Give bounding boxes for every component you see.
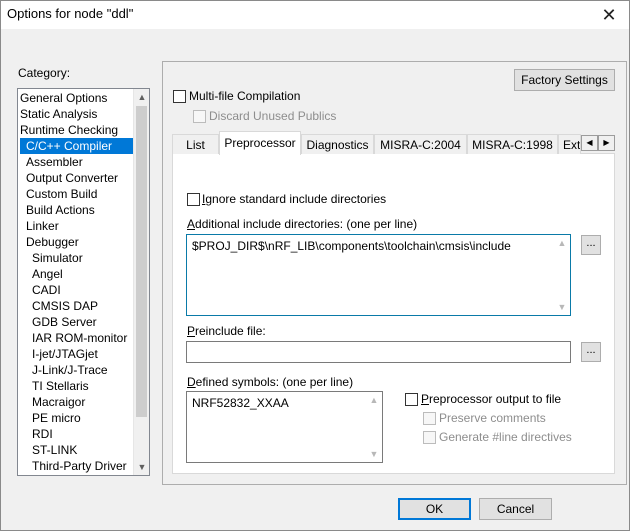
defined-symbols-scrollbar[interactable]: ▲ ▼ [366, 392, 382, 462]
defined-symbols-label: Defined symbols: (one per line) [187, 375, 354, 389]
tab-misra-c-2004[interactable]: MISRA-C:2004 [374, 134, 467, 154]
tab-preprocessor[interactable]: Preprocessor [219, 131, 301, 155]
additional-include-textarea[interactable]: $PROJ_DIR$\nRF_LIB\components\toolchain\… [186, 234, 571, 316]
category-item-rdi[interactable]: RDI [32, 426, 53, 442]
title-bar: Options for node "ddl" ✕ [1, 1, 629, 29]
category-item-third-party-driver[interactable]: Third-Party Driver [32, 458, 127, 474]
tab-list[interactable]: List [172, 134, 219, 154]
category-item-cpp-compiler[interactable]: C/C++ Compiler [20, 138, 134, 154]
cancel-button[interactable]: Cancel [479, 498, 552, 520]
category-item-jlink-jtrace[interactable]: J-Link/J-Trace [32, 362, 108, 378]
ok-button[interactable]: OK [398, 498, 471, 520]
category-item-runtime-checking[interactable]: Runtime Checking [20, 122, 118, 138]
scroll-down-icon[interactable]: ▼ [554, 299, 570, 315]
scroll-down-icon[interactable]: ▼ [134, 459, 149, 475]
factory-settings-button[interactable]: Factory Settings [514, 69, 615, 91]
category-list[interactable]: General Options Static Analysis Runtime … [17, 88, 150, 476]
category-item-static-analysis[interactable]: Static Analysis [20, 106, 97, 122]
defined-symbols-textarea[interactable]: NRF52832_XXAA ▲ ▼ [186, 391, 383, 463]
close-icon[interactable]: ✕ [597, 3, 621, 27]
additional-include-browse-button[interactable]: ... [581, 235, 601, 255]
defined-symbols-value: NRF52832_XXAA [192, 396, 289, 410]
category-scrollbar[interactable]: ▲ ▼ [133, 89, 149, 475]
category-item-angel[interactable]: Angel [32, 266, 63, 282]
multi-file-label: Multi-file Compilation [189, 89, 301, 103]
preinclude-input[interactable] [186, 341, 571, 363]
category-item-ti-stellaris[interactable]: TI Stellaris [32, 378, 89, 394]
category-item-build-actions[interactable]: Build Actions [26, 202, 95, 218]
preinclude-label: Preinclude file: [187, 324, 266, 338]
category-item-debugger[interactable]: Debugger [26, 234, 79, 250]
category-item-ijet-jtagjet[interactable]: I-jet/JTAGjet [32, 346, 98, 362]
tab-diagnostics[interactable]: Diagnostics [301, 134, 374, 154]
discard-unused-label: Discard Unused Publics [209, 109, 337, 123]
ignore-std-include-checkbox[interactable] [187, 193, 200, 206]
category-item-simulator[interactable]: Simulator [32, 250, 83, 266]
additional-include-value: $PROJ_DIR$\nRF_LIB\components\toolchain\… [192, 239, 511, 253]
tab-misra-c-1998[interactable]: MISRA-C:1998 [467, 134, 558, 154]
category-item-general-options[interactable]: General Options [20, 90, 107, 106]
preserve-comments-checkbox[interactable] [423, 412, 436, 425]
scroll-up-icon[interactable]: ▲ [134, 89, 149, 105]
category-item-pe-micro[interactable]: PE micro [32, 410, 81, 426]
tab-ext[interactable]: Ext [558, 134, 581, 154]
pp-output-checkbox[interactable] [405, 393, 418, 406]
additional-include-scrollbar[interactable]: ▲ ▼ [554, 235, 570, 315]
window-title: Options for node "ddl" [7, 6, 134, 21]
options-dialog: Options for node "ddl" ✕ Category: Gener… [0, 0, 630, 531]
scroll-up-icon[interactable]: ▲ [366, 392, 382, 408]
scrollbar-thumb[interactable] [136, 106, 147, 417]
scroll-up-icon[interactable]: ▲ [554, 235, 570, 251]
generate-line-label: Generate #line directives [439, 430, 572, 444]
category-item-cmsis-dap[interactable]: CMSIS DAP [32, 298, 98, 314]
category-item-cadi[interactable]: CADI [32, 282, 61, 298]
category-item-custom-build[interactable]: Custom Build [26, 186, 97, 202]
discard-unused-checkbox[interactable] [193, 110, 206, 123]
category-item-linker[interactable]: Linker [26, 218, 59, 234]
preserve-comments-label: Preserve comments [439, 411, 546, 425]
additional-include-label: Additional include directories: (one per… [187, 217, 418, 231]
category-item-gdb-server[interactable]: GDB Server [32, 314, 97, 330]
category-item-assembler[interactable]: Assembler [26, 154, 83, 170]
category-item-iar-rom-monitor[interactable]: IAR ROM-monitor [32, 330, 127, 346]
scroll-down-icon[interactable]: ▼ [366, 446, 382, 462]
pp-output-label: Preprocessor output to file [421, 392, 562, 406]
tab-scroll-right-icon[interactable]: ▶ [598, 135, 615, 151]
category-item-output-converter[interactable]: Output Converter [26, 170, 118, 186]
generate-line-checkbox[interactable] [423, 431, 436, 444]
preinclude-browse-button[interactable]: ... [581, 342, 601, 362]
ignore-std-include-label: Ignore standard include directories [202, 192, 387, 206]
category-item-st-link[interactable]: ST-LINK [32, 442, 77, 458]
category-label: Category: [18, 66, 71, 80]
category-item-macraigor[interactable]: Macraigor [32, 394, 85, 410]
multi-file-checkbox[interactable] [173, 90, 186, 103]
tab-scroll-left-icon[interactable]: ◀ [581, 135, 598, 151]
